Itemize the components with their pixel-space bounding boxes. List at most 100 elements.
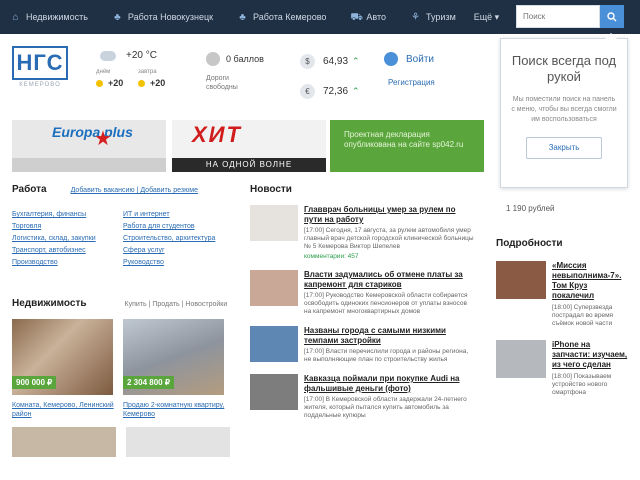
- login-link[interactable]: Войти: [406, 54, 434, 65]
- palm-icon: ⚘: [411, 11, 420, 23]
- work-category-link[interactable]: Логистика, склад, закупки: [12, 233, 123, 245]
- rate-eur: € 72,36 ⌃: [300, 80, 372, 102]
- work-category-link[interactable]: Торговля: [12, 221, 123, 233]
- banner-europa-plus[interactable]: Europa plus ★: [12, 120, 166, 172]
- details-title-link[interactable]: iPhone на запчасти: изучаем, из чего сде…: [552, 340, 630, 370]
- work-category-link[interactable]: Производство: [12, 257, 123, 269]
- user-icon: [384, 52, 398, 66]
- banner-declaration[interactable]: Проектная декларация опубликована на сай…: [330, 120, 484, 172]
- banner-brand: ХИТ: [192, 122, 242, 147]
- section-title[interactable]: Работа: [12, 184, 47, 195]
- news-description: [17:00] Сегодня, 17 августа, за рулем ав…: [304, 227, 474, 250]
- work-category-link[interactable]: Строительство, архитектура: [123, 233, 234, 245]
- more-menu-button[interactable]: Ещё ▾: [474, 12, 499, 23]
- rate-value: 64,93: [323, 55, 349, 67]
- search-button[interactable]: [600, 5, 624, 28]
- news-thumbnail[interactable]: [250, 326, 298, 362]
- house-icon: ⌂: [12, 11, 19, 23]
- rate-value: 72,36: [323, 85, 349, 97]
- traffic-widget[interactable]: 0 баллов Дороги свободны: [206, 52, 292, 92]
- banner-hit-fm[interactable]: ХИТ НА ОДНОЙ ВОЛНЕ: [172, 120, 326, 172]
- news-item: Кавказца поймали при покупке Audi на фал…: [250, 374, 476, 420]
- news-comments[interactable]: комментарии: 457: [304, 253, 474, 260]
- details-description: [18:00] Показываем устройство нового сма…: [552, 373, 612, 396]
- details-section: Подробности «Миссия невыполнима-7». Том …: [496, 238, 630, 397]
- section-title[interactable]: Новости: [250, 184, 476, 195]
- realty-photo[interactable]: [126, 427, 230, 457]
- nav-item-realty[interactable]: ⌂ Недвижимость: [10, 11, 88, 23]
- nav-item-tourism[interactable]: ⚘ Туризм: [410, 12, 456, 23]
- realty-actions[interactable]: Купить | Продать | Новостройки: [125, 301, 228, 308]
- nav-item-label: Работа Кемерово: [253, 12, 327, 22]
- work-category-link[interactable]: Руководство: [123, 257, 234, 269]
- section-title[interactable]: Подробности: [496, 238, 630, 249]
- work-section: Работа Добавить вакансию | Добавить резю…: [12, 184, 234, 269]
- nav-item-work-novokuznetsk[interactable]: ♣ Работа Новокузнецк: [112, 12, 213, 23]
- realty-section: Недвижимость Купить | Продать | Новостро…: [12, 298, 234, 457]
- details-title-link[interactable]: «Миссия невыполнима-7». Том Круз покалеч…: [552, 261, 630, 301]
- banner-text: Проектная декларация опубликована на сай…: [344, 130, 464, 149]
- nav-item-auto[interactable]: ⛟ Авто: [350, 12, 386, 23]
- news-title-link[interactable]: Кавказца поймали при покупке Audi на фал…: [304, 374, 474, 394]
- site-logo[interactable]: НГС КЕМЕРОВО: [12, 46, 68, 92]
- news-item: Главврач больницы умер за рулем по пути …: [250, 205, 476, 260]
- currency-rates[interactable]: $ 64,93 ⌃ € 72,36 ⌃: [300, 50, 372, 110]
- news-section: Новости Главврач больницы умер за рулем …: [250, 184, 476, 420]
- realty-photo[interactable]: 900 000 ₽: [12, 319, 113, 395]
- popup-arrow: [605, 33, 617, 39]
- details-thumbnail[interactable]: [496, 261, 546, 299]
- nav-item-label: Авто: [366, 12, 387, 22]
- register-link[interactable]: Регистрация: [388, 78, 464, 87]
- news-thumbnail[interactable]: [250, 205, 298, 241]
- search-input[interactable]: [516, 5, 600, 28]
- price-text: 1 190 рублей: [506, 204, 555, 213]
- sun-icon: [138, 79, 145, 87]
- nav-item-label: Туризм: [426, 12, 456, 22]
- details-item: iPhone на запчасти: изучаем, из чего сде…: [496, 340, 630, 397]
- details-description: [18:00] Суперзвезда пострадал во время с…: [552, 304, 614, 327]
- news-thumbnail[interactable]: [250, 270, 298, 306]
- banner-strip: [12, 158, 166, 172]
- news-title-link[interactable]: Главврач больницы умер за рулем по пути …: [304, 205, 474, 225]
- realty-caption-link[interactable]: Комната, Кемерово, Ленинский район: [12, 401, 123, 419]
- briefcase-icon: ♣: [239, 11, 246, 23]
- realty-photo[interactable]: 2 304 800 ₽: [123, 319, 224, 395]
- realty-photo[interactable]: [12, 427, 116, 457]
- rate-usd: $ 64,93 ⌃: [300, 50, 372, 72]
- news-thumbnail[interactable]: [250, 374, 298, 410]
- news-item: Названы города с самыми низкими темпами …: [250, 326, 476, 364]
- work-category-link[interactable]: ИТ и интернет: [123, 209, 234, 221]
- realty-caption-link[interactable]: Продаю 2-комнатную квартиру, Кемерово: [123, 401, 234, 419]
- traffic-caption: Дороги свободны: [206, 75, 238, 91]
- traffic-score: 0 баллов: [226, 54, 264, 64]
- work-actions[interactable]: Добавить вакансию | Добавить резюме: [71, 187, 198, 194]
- work-category-link[interactable]: Транспорт, автобизнес: [12, 245, 123, 257]
- details-thumbnail[interactable]: [496, 340, 546, 378]
- banner-tagline: НА ОДНОЙ ВОЛНЕ: [172, 158, 326, 172]
- nav-item-label: Работа Новокузнецк: [127, 12, 214, 22]
- nav-item-work-kemerovo[interactable]: ♣ Работа Кемерово: [237, 12, 326, 23]
- euro-icon: €: [300, 83, 315, 99]
- weather-day-value: +20: [108, 78, 124, 88]
- work-category-link[interactable]: Бухгалтерия, финансы: [12, 209, 123, 221]
- weather-tomorrow-label: завтра: [138, 69, 157, 75]
- weather-tomorrow-value: +20: [150, 78, 166, 88]
- arrow-up-icon: ⌃: [352, 85, 360, 96]
- news-title-link[interactable]: Названы города с самыми низкими темпами …: [304, 326, 474, 346]
- work-category-link[interactable]: Работа для студентов: [123, 221, 234, 233]
- section-title[interactable]: Недвижимость: [12, 298, 87, 309]
- details-item: «Миссия невыполнима-7». Том Круз покалеч…: [496, 261, 630, 328]
- popup-close-button[interactable]: Закрыть: [526, 137, 602, 159]
- search-icon: [607, 11, 617, 21]
- traffic-light-icon: [206, 52, 220, 66]
- banner-brand: Europa plus: [52, 124, 133, 140]
- news-title-link[interactable]: Власти задумались об отмене платы за кап…: [304, 270, 474, 290]
- weather-day-label: днём: [96, 69, 111, 75]
- dollar-icon: $: [300, 53, 315, 69]
- news-description: [17:00] Руководство Кемеровской области …: [304, 292, 468, 315]
- work-category-link[interactable]: Сфера услуг: [123, 245, 234, 257]
- star-icon: ★: [94, 128, 112, 150]
- price-badge: 900 000 ₽: [12, 376, 57, 389]
- nav-item-label: Недвижимость: [26, 12, 88, 22]
- weather-widget[interactable]: +20 °C днём +20 завтра +20: [96, 50, 192, 100]
